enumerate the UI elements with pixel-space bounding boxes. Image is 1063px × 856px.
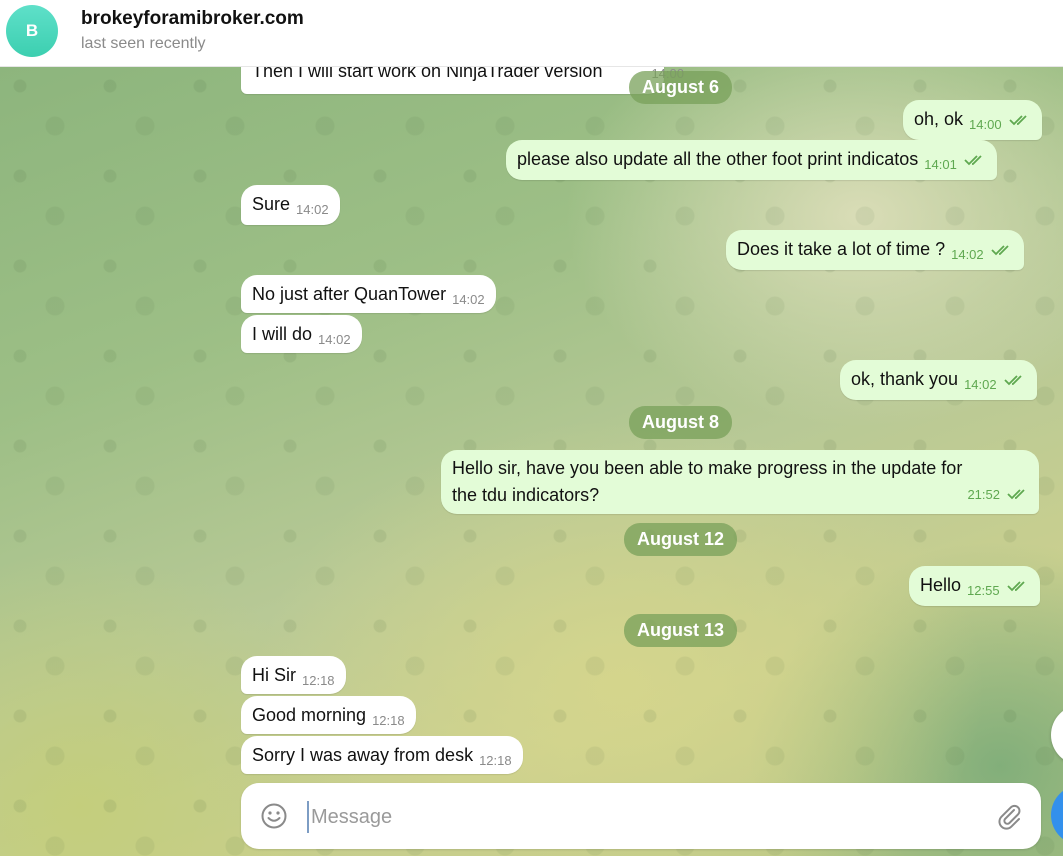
message-text: ok, thank you — [851, 369, 959, 389]
message-time: 12:18 — [372, 713, 405, 728]
message-list[interactable]: Then I will start work on NinjaTrader ve… — [0, 66, 1063, 856]
double-check-icon — [1007, 489, 1025, 500]
message-time: 14:02 — [452, 292, 485, 307]
message-input[interactable] — [307, 801, 953, 833]
message-text: Then I will start work on NinjaTrader ve… — [252, 66, 603, 81]
double-check-icon — [964, 155, 982, 166]
date-separator: August 12 — [624, 523, 738, 556]
message-outgoing[interactable]: please also update all the other foot pr… — [506, 140, 997, 180]
message-text-line: the tdu indicators? — [452, 485, 600, 505]
message-time: 14:02 — [964, 377, 997, 392]
message-text-line: Hello sir, have you been able to make pr… — [452, 458, 963, 478]
double-check-icon — [1004, 375, 1022, 386]
chat-header[interactable]: B brokeyforamibroker.com last seen recen… — [0, 0, 1063, 67]
double-check-icon — [991, 245, 1009, 256]
avatar[interactable]: B — [6, 5, 58, 57]
message-time: 14:02 — [951, 247, 984, 262]
message-time: 14:02 — [296, 202, 329, 217]
message-text: Sure — [252, 194, 291, 214]
message-outgoing[interactable]: Hello sir, have you been able to make pr… — [441, 450, 1039, 514]
message-time: 14:02 — [318, 332, 351, 347]
message-text: Hi Sir — [252, 665, 296, 685]
date-separator: August 13 — [624, 614, 738, 647]
message-text: Does it take a lot of time ? — [737, 239, 946, 259]
smile-icon[interactable] — [260, 802, 288, 830]
date-separator: August 8 — [629, 406, 733, 439]
message-incoming[interactable]: Sure 14:02 — [241, 185, 340, 225]
message-text: Good morning — [252, 705, 367, 725]
message-text: oh, ok — [914, 109, 964, 129]
message-outgoing[interactable]: Does it take a lot of time ? 14:02 — [726, 230, 1024, 270]
message-incoming[interactable]: No just after QuanTower 14:02 — [241, 275, 496, 313]
message-time: 14:00 — [969, 117, 1002, 132]
message-outgoing[interactable]: ok, thank you 14:02 — [840, 360, 1037, 400]
message-incoming[interactable]: I will do 14:02 — [241, 315, 362, 353]
attach-icon[interactable] — [995, 802, 1023, 830]
message-text: No just after QuanTower — [252, 284, 447, 304]
date-separator: August 6 — [629, 71, 733, 104]
message-text: I will do — [252, 324, 313, 344]
message-incoming[interactable]: Sorry I was away from desk 12:18 — [241, 736, 523, 774]
message-incoming[interactable]: Hi Sir 12:18 — [241, 656, 346, 694]
message-outgoing[interactable]: oh, ok 14:00 — [903, 100, 1042, 140]
chat-title[interactable]: brokeyforamibroker.com — [81, 8, 304, 30]
message-time: 12:18 — [479, 753, 512, 768]
message-text: Hello — [920, 575, 962, 595]
message-text: please also update all the other foot pr… — [517, 149, 919, 169]
message-time: 12:55 — [967, 583, 1000, 598]
double-check-icon — [1006, 581, 1025, 592]
message-composer[interactable] — [241, 783, 1041, 849]
message-time: 21:52 — [967, 487, 1000, 502]
message-outgoing[interactable]: Hello 12:55 — [909, 566, 1040, 606]
message-incoming[interactable]: Then I will start work on NinjaTrader ve… — [241, 66, 684, 94]
double-check-icon — [1008, 115, 1027, 126]
message-incoming[interactable]: Good morning 12:18 — [241, 696, 416, 734]
message-text: Sorry I was away from desk — [252, 745, 474, 765]
message-time: 14:01 — [924, 157, 957, 172]
last-seen-status: last seen recently — [81, 35, 206, 52]
message-time: 12:18 — [302, 673, 335, 688]
